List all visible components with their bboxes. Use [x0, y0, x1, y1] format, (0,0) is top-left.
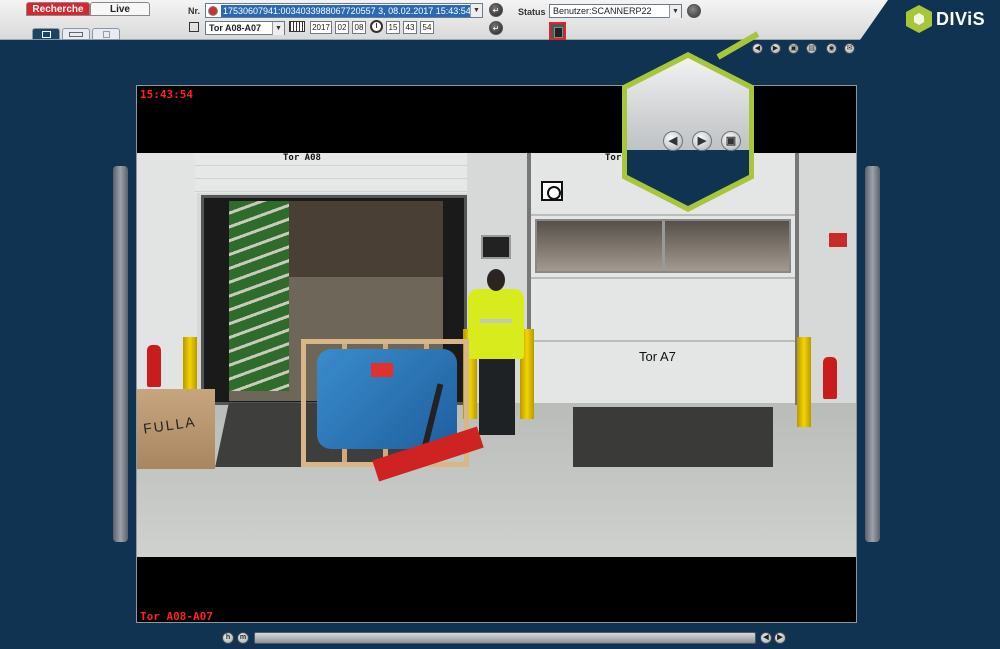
camera-icon[interactable]: ▣: [721, 131, 741, 151]
status-light-icon[interactable]: [549, 22, 566, 40]
hour-button[interactable]: h: [222, 632, 234, 644]
minute-button[interactable]: m: [237, 632, 249, 644]
day-field[interactable]: 08: [352, 21, 366, 34]
door-a7-sign: Tor A7: [639, 349, 676, 364]
worker-head: [487, 269, 505, 291]
disk-icon: [102, 30, 110, 38]
top-toolbar: Recherche Live Nr. 17530607941:003403398…: [0, 0, 1000, 40]
door-a7-windows: [535, 219, 791, 273]
fire-extinguisher-icon: [147, 345, 161, 387]
calendar-icon[interactable]: [289, 21, 305, 32]
worker-vest: [468, 289, 524, 359]
video-camera-name: Tor A08-A07: [140, 610, 213, 623]
nr-label: Nr.: [188, 6, 201, 16]
monitor-icon: [481, 235, 511, 259]
status-label: Status: [518, 7, 546, 17]
nr-input[interactable]: 17530607941:0034033988067720557 3, 08.02…: [205, 3, 483, 18]
camera-image: Tor A08 Tor Tor A7 FULLA: [137, 153, 856, 557]
save-view-tab[interactable]: [92, 28, 120, 40]
door-label-left: Tor A08: [283, 153, 321, 163]
door-a08-shutter: [195, 153, 467, 193]
bollard: [183, 337, 197, 389]
crop-icon[interactable]: [189, 22, 199, 32]
chevron-down-icon[interactable]: ▼: [272, 22, 284, 35]
floor-mat-right: [573, 407, 773, 467]
arrow-left-icon[interactable]: ◀: [752, 43, 763, 54]
filmstrip-view-tab[interactable]: [62, 28, 90, 40]
year-field[interactable]: 2017: [310, 21, 332, 34]
camera-record-icon: [208, 6, 218, 16]
filmstrip-icon: [69, 31, 83, 37]
camera-select-value: Tor A08-A07: [209, 23, 262, 33]
cardboard-box: FULLA: [137, 389, 215, 469]
single-view-tab[interactable]: [32, 28, 60, 40]
enter-icon[interactable]: ↵: [489, 3, 503, 17]
logo-text: DIViS: [936, 8, 986, 29]
arrow-right-icon[interactable]: ▶: [770, 43, 781, 54]
tab-recherche[interactable]: Recherche: [26, 2, 90, 16]
nr-value: 17530607941:0034033988067720557 3, 08.02…: [221, 5, 473, 17]
camera-icon[interactable]: ▣: [788, 43, 799, 54]
month-field[interactable]: 02: [335, 21, 349, 34]
tab-live[interactable]: Live: [90, 2, 150, 16]
second-field[interactable]: 54: [420, 21, 434, 34]
arrow-right-icon[interactable]: ▶: [774, 632, 786, 644]
user-select[interactable]: Benutzer:SCANNERP22 ▼: [549, 4, 682, 18]
cube-logo-icon: [906, 5, 932, 33]
hour-field[interactable]: 15: [386, 21, 400, 34]
chevron-down-icon[interactable]: ▼: [470, 4, 482, 17]
chevron-down-icon[interactable]: ▼: [669, 5, 681, 18]
worker-legs: [479, 357, 515, 435]
timeline-scrollbar[interactable]: [254, 632, 756, 644]
camera-select[interactable]: Tor A08-A07 ▼: [205, 21, 285, 35]
fullscreen-icon: [41, 30, 51, 38]
divis-logo: DIViS: [906, 5, 996, 33]
arrow-left-icon[interactable]: ◀: [760, 632, 772, 644]
status-indicator-icon: [687, 4, 701, 18]
arrow-left-icon[interactable]: ◀: [663, 131, 683, 151]
fire-extinguisher-icon: [823, 357, 837, 399]
bollard: [797, 337, 811, 427]
user-select-value: Benutzer:SCANNERP22: [553, 6, 652, 16]
door-label-right: Tor: [605, 153, 622, 163]
minute-field[interactable]: 43: [403, 21, 417, 34]
arrow-right-icon[interactable]: ▶: [692, 131, 712, 151]
right-scroll-panel[interactable]: [865, 166, 880, 542]
video-timestamp: 15:43:54: [140, 88, 193, 101]
clock-icon[interactable]: [370, 20, 383, 33]
mail-icon[interactable]: ✉: [844, 43, 855, 54]
enter-icon[interactable]: ↵: [489, 21, 503, 35]
fire-sign-icon: [829, 233, 847, 247]
settings-icon[interactable]: ◉: [826, 43, 837, 54]
box-text: FULLA: [142, 413, 198, 437]
print-icon[interactable]: ▤: [806, 43, 817, 54]
left-scroll-panel[interactable]: [113, 166, 128, 542]
door-sign-icon: [541, 181, 563, 201]
trailer-wall: [229, 201, 289, 391]
